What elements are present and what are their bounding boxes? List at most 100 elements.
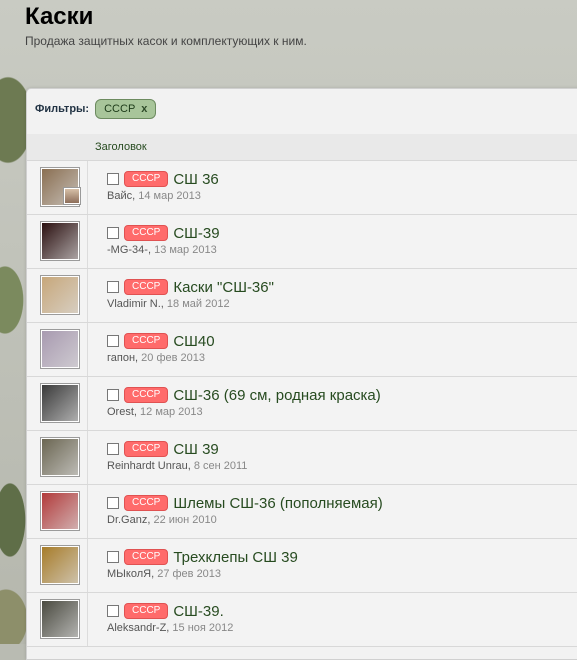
thread-title-link[interactable]: СШ40	[173, 333, 214, 350]
thread-content: СССР Каски "СШ-36" Vladimir N., 18 май 2…	[107, 278, 274, 310]
filter-bar: Фильтры: СССР x	[35, 97, 157, 121]
avatar-image	[42, 547, 78, 583]
prefix-badge[interactable]: СССР	[124, 603, 169, 619]
prefix-badge[interactable]: СССР	[124, 333, 169, 349]
select-checkbox[interactable]	[107, 497, 119, 509]
prefix-badge[interactable]: СССР	[124, 495, 169, 511]
avatar-image	[42, 277, 78, 313]
thread-row[interactable]: СССР СШ 36 Вайс, 14 мар 2013	[27, 161, 577, 215]
thread-title-link[interactable]: Трехклепы СШ 39	[173, 549, 298, 566]
thread-author[interactable]: Reinhardt Unrau	[107, 460, 188, 472]
select-checkbox[interactable]	[107, 227, 119, 239]
avatar-image	[42, 223, 78, 259]
avatar[interactable]	[40, 383, 80, 423]
thread-date[interactable]: 13 мар 2013	[154, 244, 217, 256]
thread-date[interactable]: 20 фев 2013	[141, 352, 205, 364]
avatar-image	[42, 331, 78, 367]
thread-date[interactable]: 12 мар 2013	[140, 406, 203, 418]
select-checkbox[interactable]	[107, 551, 119, 563]
thread-content: СССР СШ 36 Вайс, 14 мар 2013	[107, 170, 219, 202]
avatar-cell	[35, 485, 88, 538]
select-checkbox[interactable]	[107, 281, 119, 293]
thread-meta: -MG-34-, 13 мар 2013	[107, 244, 220, 256]
thread-title-line: СССР Каски "СШ-36"	[107, 278, 274, 296]
thread-row[interactable]: СССР СШ-39 -MG-34-, 13 мар 2013	[27, 215, 577, 269]
avatar[interactable]	[40, 275, 80, 315]
avatar-image	[42, 493, 78, 529]
thread-author[interactable]: Aleksandr-Z	[107, 622, 166, 634]
thread-date[interactable]: 14 мар 2013	[138, 190, 201, 202]
select-checkbox[interactable]	[107, 389, 119, 401]
thread-title-link[interactable]: СШ-39	[173, 225, 219, 242]
thread-title-line: СССР СШ-39.	[107, 602, 233, 620]
thread-meta: Aleksandr-Z, 15 ноя 2012	[107, 622, 233, 634]
thread-title-link[interactable]: СШ 39	[173, 441, 218, 458]
thread-row[interactable]: СССР СШ-36 (69 см, родная краска) Orest,…	[27, 377, 577, 431]
thread-content: СССР Шлемы СШ-36 (пополняемая) Dr.Ganz, …	[107, 494, 383, 526]
thread-title-line: СССР Трехклепы СШ 39	[107, 548, 298, 566]
remove-filter-icon[interactable]: x	[141, 103, 147, 115]
thread-date[interactable]: 27 фев 2013	[157, 568, 221, 580]
thread-title-link[interactable]: СШ 36	[173, 171, 218, 188]
thread-row[interactable]: СССР СШ 39 Reinhardt Unrau, 8 сен 2011	[27, 431, 577, 485]
thread-content: СССР СШ 39 Reinhardt Unrau, 8 сен 2011	[107, 440, 247, 472]
last-poster-avatar[interactable]	[63, 187, 81, 205]
thread-author[interactable]: -MG-34-	[107, 244, 148, 256]
thread-author[interactable]: Dr.Ganz	[107, 514, 147, 526]
avatar-cell	[35, 161, 88, 214]
thread-author[interactable]: МЫколЯ	[107, 568, 151, 580]
avatar-cell	[35, 593, 88, 646]
avatar-cell	[35, 539, 88, 592]
thread-title-line: СССР СШ 39	[107, 440, 247, 458]
thread-row[interactable]: СССР Каски "СШ-36" Vladimir N., 18 май 2…	[27, 269, 577, 323]
avatar-cell	[35, 377, 88, 430]
avatar[interactable]	[40, 437, 80, 477]
thread-content: СССР Трехклепы СШ 39 МЫколЯ, 27 фев 2013	[107, 548, 298, 580]
title-column-header[interactable]: Заголовок	[95, 141, 147, 153]
thread-author[interactable]: Vladimir N.	[107, 298, 161, 310]
prefix-badge[interactable]: СССР	[124, 549, 169, 565]
thread-date[interactable]: 8 сен 2011	[194, 460, 248, 472]
prefix-badge[interactable]: СССР	[124, 387, 169, 403]
select-checkbox[interactable]	[107, 605, 119, 617]
thread-content: СССР СШ-36 (69 см, родная краска) Orest,…	[107, 386, 381, 418]
thread-meta: Reinhardt Unrau, 8 сен 2011	[107, 460, 247, 472]
thread-date[interactable]: 22 июн 2010	[153, 514, 216, 526]
prefix-badge[interactable]: СССР	[124, 171, 169, 187]
thread-row[interactable]: СССР Трехклепы СШ 39 МЫколЯ, 27 фев 2013	[27, 539, 577, 593]
avatar[interactable]	[40, 491, 80, 531]
thread-meta: гапон, 20 фев 2013	[107, 352, 215, 364]
thread-row[interactable]: СССР СШ40 гапон, 20 фев 2013	[27, 323, 577, 377]
prefix-badge[interactable]: СССР	[124, 279, 169, 295]
thread-meta: Vladimir N., 18 май 2012	[107, 298, 274, 310]
thread-title-link[interactable]: Каски "СШ-36"	[173, 279, 274, 296]
thread-title-link[interactable]: СШ-39.	[173, 603, 223, 620]
avatar[interactable]	[40, 221, 80, 261]
thread-title-line: СССР СШ40	[107, 332, 215, 350]
prefix-badge[interactable]: СССР	[124, 225, 169, 241]
thread-title-link[interactable]: Шлемы СШ-36 (пополняемая)	[173, 495, 382, 512]
active-filter-chip[interactable]: СССР x	[95, 99, 157, 119]
select-checkbox[interactable]	[107, 335, 119, 347]
thread-date[interactable]: 15 ноя 2012	[172, 622, 233, 634]
thread-title-link[interactable]: СШ-36 (69 см, родная краска)	[173, 387, 380, 404]
avatar[interactable]	[40, 329, 80, 369]
thread-meta: Orest, 12 мар 2013	[107, 406, 381, 418]
avatar[interactable]	[40, 599, 80, 639]
thread-date[interactable]: 18 май 2012	[167, 298, 230, 310]
thread-meta: Dr.Ganz, 22 июн 2010	[107, 514, 383, 526]
select-checkbox[interactable]	[107, 443, 119, 455]
thread-row[interactable]: СССР Шлемы СШ-36 (пополняемая) Dr.Ganz, …	[27, 485, 577, 539]
thread-author[interactable]: гапон	[107, 352, 135, 364]
prefix-badge[interactable]: СССР	[124, 441, 169, 457]
thread-title-line: СССР СШ 36	[107, 170, 219, 188]
filter-label: Фильтры:	[35, 103, 90, 115]
thread-row[interactable]: СССР СШ-39. Aleksandr-Z, 15 ноя 2012	[27, 593, 577, 647]
thread-author[interactable]: Orest	[107, 406, 134, 418]
avatar[interactable]	[40, 545, 80, 585]
avatar-cell	[35, 431, 88, 484]
thread-author[interactable]: Вайс	[107, 190, 132, 202]
avatar-image	[42, 439, 78, 475]
thread-title-line: СССР Шлемы СШ-36 (пополняемая)	[107, 494, 383, 512]
select-checkbox[interactable]	[107, 173, 119, 185]
